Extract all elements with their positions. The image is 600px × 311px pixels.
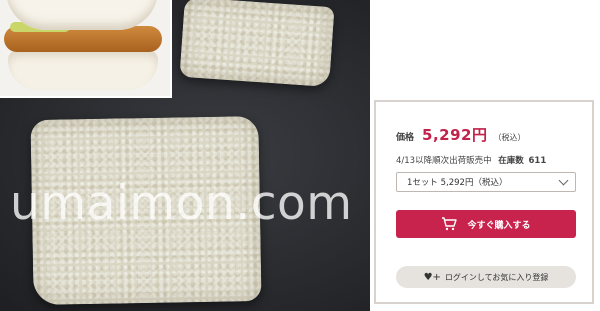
buy-now-label: 今すぐ購入する [467, 220, 531, 231]
option-selected-value: 1セット 5,292円（税込） [407, 178, 508, 188]
price-tax-note: （税込） [493, 133, 526, 142]
option-select[interactable]: 1セット 5,292円（税込） [396, 172, 576, 192]
bun-top [6, 0, 158, 30]
price-label: 価格 [396, 133, 415, 143]
wishlist-login-button[interactable]: ♥+ ログインしてお気に入り登録 [396, 266, 576, 288]
purchase-panel: 価格 5,292円 （税込） 4/13以降順次出荷販売中 在庫数 611 1セッ… [374, 100, 594, 304]
price-row: 価格 5,292円 （税込） [396, 124, 525, 145]
watermark-text: umaimon.com [10, 176, 353, 231]
breaded-cutlet-back [179, 0, 335, 88]
cart-icon [442, 217, 458, 231]
product-image: umaimon.com [0, 0, 370, 311]
burger-inset-image [0, 0, 172, 98]
price-value: 5,292円 [422, 126, 488, 144]
availability-text: 4/13以降順次出荷販売中 [396, 156, 492, 166]
wishlist-label: ログインしてお気に入り登録 [444, 272, 549, 282]
stock-count: 611 [528, 156, 547, 166]
availability-row: 4/13以降順次出荷販売中 在庫数 611 [396, 154, 546, 166]
chevron-down-icon [558, 175, 569, 186]
heart-plus-icon: ♥+ [423, 271, 441, 283]
stock-label: 在庫数 [498, 156, 524, 166]
buy-now-button[interactable]: 今すぐ購入する [396, 210, 576, 238]
bun-bottom [8, 50, 158, 90]
